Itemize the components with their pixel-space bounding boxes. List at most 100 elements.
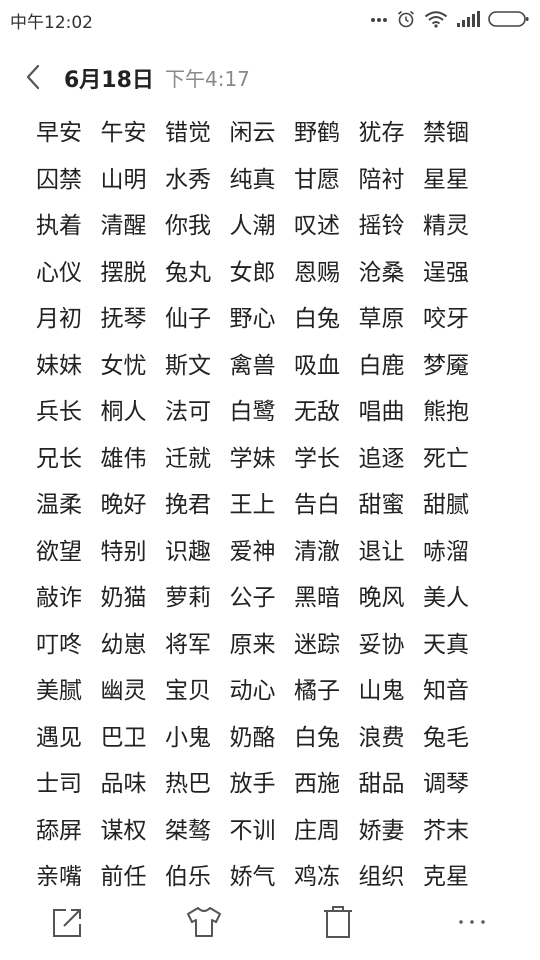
note-word: 水秀 [165, 166, 211, 193]
note-word: 兔毛 [423, 724, 469, 751]
note-word: 山明 [100, 166, 147, 193]
note-word: 宝贝 [165, 678, 211, 704]
note-word: 迷踪 [294, 631, 340, 658]
note-word: 囚禁 [36, 166, 82, 193]
share-button[interactable] [48, 902, 88, 942]
note-word: 白鹿 [358, 352, 405, 379]
note-word: 遇见 [36, 724, 82, 751]
note-word: 叹述 [294, 213, 340, 239]
note-word: 甜蜜 [358, 492, 405, 518]
note-word: 精灵 [423, 213, 469, 239]
note-word: 橘子 [294, 678, 340, 704]
note-word: 迁就 [165, 445, 211, 472]
note-word: 桀骜 [165, 817, 211, 844]
note-word: 陪衬 [358, 166, 405, 193]
status-time: 中午12:02 [10, 13, 93, 33]
note-word: 庄周 [294, 817, 340, 844]
more-options-icon [452, 902, 492, 942]
note-word: 不训 [229, 817, 276, 844]
note-word: 星星 [423, 166, 469, 193]
note-word: 芥末 [423, 817, 469, 844]
note-word: 小鬼 [165, 724, 211, 751]
note-word: 西施 [294, 771, 340, 797]
word-grid: 早安 午安 错觉 闲云 野鹤 犹存 禁锢 囚禁 山明 水秀 纯真 甘愿 陪衬 星星 执着 清醒 你我 人潮 叹述 摇铃… [36, 110, 488, 888]
note-word: 动心 [229, 678, 276, 704]
note-word: 品味 [100, 771, 147, 797]
note-word: 识趣 [165, 538, 211, 565]
note-word: 死亡 [423, 445, 469, 472]
note-word: 调琴 [423, 771, 469, 797]
note-word: 爱神 [229, 538, 276, 565]
delete-trash-icon [318, 902, 358, 942]
back-button[interactable] [18, 59, 50, 95]
theme-button[interactable] [184, 902, 224, 942]
note-word: 仙子 [165, 306, 211, 332]
note-word: 晚好 [100, 492, 147, 518]
note-word: 熊抱 [423, 399, 469, 425]
note-word: 幼崽 [100, 631, 147, 658]
note-word: 野鹤 [294, 120, 340, 146]
note-word: 放手 [229, 771, 276, 797]
note-word: 学妹 [229, 445, 276, 472]
note-word: 执着 [36, 213, 82, 239]
note-word: 人潮 [229, 213, 276, 239]
note-word: 野心 [229, 306, 276, 332]
note-word: 原来 [229, 631, 276, 658]
note-word: 甜腻 [423, 492, 469, 518]
note-word: 月初 [36, 306, 82, 332]
note-word: 逞强 [423, 259, 469, 286]
note-word: 温柔 [36, 492, 82, 518]
status-bar: 中午12:02 [0, 0, 540, 38]
note-word: 唱曲 [358, 399, 405, 425]
note-word: 娇妻 [358, 817, 405, 844]
bottom-toolbar [0, 888, 540, 960]
note-word: 晚风 [358, 585, 405, 611]
note-word: 学长 [294, 445, 340, 472]
note-word: 谋权 [100, 817, 147, 844]
note-word: 恩赐 [294, 259, 340, 286]
note-word: 伯乐 [165, 864, 211, 888]
delete-button[interactable] [318, 902, 358, 942]
note-word: 梦魇 [423, 352, 469, 379]
note-word: 特别 [100, 538, 147, 565]
note-word: 桐人 [100, 399, 147, 425]
note-word: 清醒 [100, 213, 147, 239]
status-icons [370, 8, 530, 30]
note-word: 白兔 [294, 724, 340, 751]
note-word: 犹存 [358, 120, 405, 146]
note-word: 哧溜 [423, 538, 469, 565]
note-word: 吸血 [294, 352, 340, 379]
note-word: 兔丸 [165, 259, 211, 286]
note-word: 咬牙 [423, 306, 469, 332]
share-export-icon [48, 902, 88, 942]
note-word: 兄长 [36, 445, 82, 472]
note-word: 午安 [100, 120, 147, 146]
note-word: 你我 [165, 213, 211, 239]
note-word: 妥协 [358, 631, 405, 658]
note-word: 妹妹 [36, 352, 82, 379]
note-word: 挽君 [165, 492, 211, 518]
note-word: 黑暗 [294, 585, 340, 611]
note-word: 禽兽 [229, 352, 276, 379]
note-word: 女忧 [100, 352, 147, 379]
note-word: 甜品 [358, 771, 405, 797]
note-content[interactable]: 早安 午安 错觉 闲云 野鹤 犹存 禁锢 囚禁 山明 水秀 纯真 甘愿 陪衬 星星 执着 清醒 你我 人潮 叹述 摇铃… [0, 110, 540, 888]
note-word: 清澈 [294, 538, 340, 565]
note-word: 巴卫 [100, 724, 147, 751]
note-word: 敲诈 [36, 585, 82, 611]
note-word: 幽灵 [100, 678, 147, 704]
note-word: 公子 [229, 585, 276, 611]
more-button[interactable] [452, 902, 492, 942]
note-word: 娇气 [229, 864, 276, 888]
note-word: 克星 [423, 864, 469, 888]
alarm-clock-icon [396, 9, 416, 29]
note-word: 抚琴 [100, 306, 147, 332]
note-word: 心仪 [36, 259, 82, 286]
note-word: 欲望 [36, 538, 82, 565]
signal-bars-icon [456, 11, 480, 27]
note-word: 退让 [358, 538, 405, 565]
note-word: 告白 [294, 492, 340, 518]
battery-icon [488, 10, 530, 28]
note-word: 舔屏 [36, 817, 82, 844]
note-word: 法可 [165, 399, 211, 425]
